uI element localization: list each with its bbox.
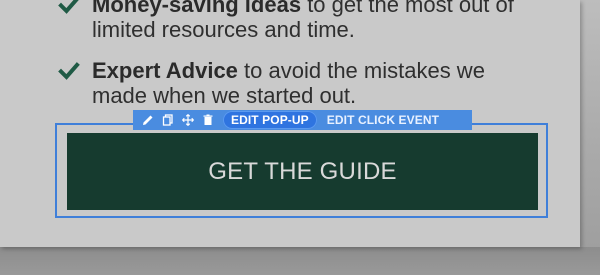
get-the-guide-button[interactable]: GET THE GUIDE (67, 133, 538, 210)
edit-click-event-button[interactable]: EDIT CLICK EVENT (327, 113, 439, 127)
edit-popup-button[interactable]: EDIT POP-UP (223, 111, 317, 129)
check-icon (58, 0, 80, 16)
edit-toolbar: EDIT POP-UP EDIT CLICK EVENT (133, 110, 472, 130)
check-icon (58, 60, 80, 82)
move-icon[interactable] (181, 113, 195, 127)
bullet-title: Expert Advice (92, 58, 238, 83)
guide-card: Money-saving ideas to get the most out o… (0, 0, 580, 247)
copy-icon[interactable] (161, 113, 175, 127)
trash-icon[interactable] (201, 113, 215, 127)
bottom-shade (0, 247, 600, 275)
pencil-icon[interactable] (141, 113, 155, 127)
right-backdrop (578, 0, 600, 275)
bullet-title: Money-saving ideas (92, 0, 302, 17)
get-the-guide-label: GET THE GUIDE (208, 157, 397, 185)
bullet-money-saving: Money-saving ideas to get the most out o… (58, 0, 522, 42)
bullet-expert-advice: Expert Advice to avoid the mistakes we m… (58, 58, 522, 108)
